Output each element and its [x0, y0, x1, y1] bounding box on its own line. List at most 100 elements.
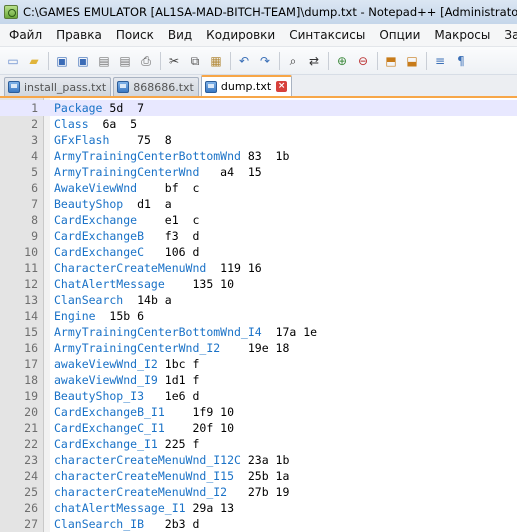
close-icon[interactable]: ▤: [95, 52, 113, 70]
identifier: GFxFlash: [54, 133, 110, 147]
line-text: BeautyShop_I3 1e6 d: [54, 389, 199, 403]
editor-line[interactable]: 18 awakeViewWnd_I9 1d1 f: [0, 372, 517, 388]
open-file-icon[interactable]: ▰: [25, 52, 43, 70]
menu-encoding[interactable]: Кодировки: [199, 26, 282, 44]
line-number: 9: [31, 229, 38, 243]
menu-view[interactable]: Вид: [161, 26, 199, 44]
sync-horizontal-icon[interactable]: ⬓: [403, 52, 421, 70]
toolbar-separator: [160, 51, 161, 70]
editor-line[interactable]: 24 characterCreateMenuWnd_I15 25b 1a: [0, 468, 517, 484]
offset-values: 1bc f: [157, 357, 200, 371]
offset-values: d1 a: [123, 197, 172, 211]
tab-dump[interactable]: dump.txt ×: [200, 75, 293, 96]
menu-settings[interactable]: Опции: [372, 26, 427, 44]
line-number: 5: [31, 165, 38, 179]
replace-icon[interactable]: ⇄: [305, 52, 323, 70]
line-text: ClanSearch_IB 2b3 d: [54, 517, 199, 531]
editor-line[interactable]: 9 CardExchangeB f3 d: [0, 228, 517, 244]
editor-line[interactable]: 14 Engine 15b 6: [0, 308, 517, 324]
editor-line[interactable]: 2 Class 6a 5: [0, 116, 517, 132]
editor-line[interactable]: 10 CardExchangeC 106 d: [0, 244, 517, 260]
menu-search[interactable]: Поиск: [109, 26, 161, 44]
zoom-in-icon[interactable]: ⊕: [333, 52, 351, 70]
line-text: Package 5d 7: [54, 101, 144, 115]
editor-line[interactable]: 15 ArmyTrainingCenterBottomWnd_I4 17a 1e: [0, 324, 517, 340]
offset-values: 20f 10: [164, 421, 235, 435]
line-number: 19: [24, 389, 38, 403]
menu-macro[interactable]: Макросы: [427, 26, 497, 44]
toolbar-separator: [279, 51, 280, 70]
editor-line[interactable]: 19 BeautyShop_I3 1e6 d: [0, 388, 517, 404]
paste-icon[interactable]: ▦: [207, 52, 225, 70]
menu-run[interactable]: Запуск: [497, 26, 517, 44]
show-all-characters-icon[interactable]: ¶: [452, 52, 470, 70]
line-text: GFxFlash 75 8: [54, 133, 172, 147]
window-title: C:\GAMES EMULATOR [AL1SA-MAD-BITCH-TEAM]…: [23, 5, 517, 19]
menu-edit[interactable]: Правка: [49, 26, 109, 44]
line-number: 25: [24, 485, 38, 499]
editor-line[interactable]: 27 ClanSearch_IB 2b3 d: [0, 516, 517, 532]
line-number: 16: [24, 341, 38, 355]
editor-line[interactable]: 13 ClanSearch 14b a: [0, 292, 517, 308]
cut-icon[interactable]: ✂: [165, 52, 183, 70]
editor-line[interactable]: 23 characterCreateMenuWnd_I12C 23a 1b: [0, 452, 517, 468]
editor-line[interactable]: 6 AwakeViewWnd bf c: [0, 180, 517, 196]
menu-language[interactable]: Синтаксисы: [282, 26, 372, 44]
identifier: ClanSearch: [54, 293, 124, 307]
editor-line[interactable]: 4 ArmyTrainingCenterBottomWnd 83 1b: [0, 148, 517, 164]
offset-values: 17a 1e: [261, 325, 318, 339]
zoom-out-icon[interactable]: ⊖: [354, 52, 372, 70]
find-icon[interactable]: ⌕: [284, 52, 302, 70]
editor-line[interactable]: 26 chatAlertMessage_I1 29a 13: [0, 500, 517, 516]
save-icon[interactable]: ▣: [53, 52, 71, 70]
undo-icon[interactable]: ↶: [235, 52, 253, 70]
line-number: 27: [24, 517, 38, 531]
tab-install-pass[interactable]: install_pass.txt: [4, 77, 112, 96]
identifier: awakeViewWnd_I9: [54, 373, 158, 387]
line-text: characterCreateMenuWnd_I15 25b 1a: [54, 469, 289, 483]
editor-line[interactable]: 11 CharacterCreateMenuWnd 119 16: [0, 260, 517, 276]
editor-line[interactable]: 20 CardExchangeB_I1 1f9 10: [0, 404, 517, 420]
redo-icon[interactable]: ↷: [256, 52, 274, 70]
line-number: 17: [24, 357, 38, 371]
line-text: CharacterCreateMenuWnd 119 16: [54, 261, 262, 275]
editor-line[interactable]: 17 awakeViewWnd_I2 1bc f: [0, 356, 517, 372]
line-text: awakeViewWnd_I2 1bc f: [54, 357, 199, 371]
menu-file[interactable]: Файл: [2, 26, 49, 44]
editor-line[interactable]: 16 ArmyTrainingCenterWnd_I2 19e 18: [0, 340, 517, 356]
offset-values: 83 1b: [240, 149, 290, 163]
offset-values: 29a 13: [185, 501, 235, 515]
identifier: ClanSearch_IB: [54, 517, 145, 531]
line-text: AwakeViewWnd bf c: [54, 181, 199, 195]
tab-868686[interactable]: 868686.txt: [113, 77, 199, 96]
print-icon[interactable]: ⎙: [137, 52, 155, 70]
copy-icon[interactable]: ⧉: [186, 52, 204, 70]
editor-line[interactable]: 21 CardExchangeC_I1 20f 10: [0, 420, 517, 436]
tab-label: 868686.txt: [133, 80, 194, 94]
save-all-icon[interactable]: ▣: [74, 52, 92, 70]
line-text: Class 6a 5: [54, 117, 137, 131]
new-file-icon[interactable]: ▭: [4, 52, 22, 70]
identifier: Engine: [54, 309, 96, 323]
close-tab-icon[interactable]: ×: [276, 81, 288, 92]
editor-line[interactable]: 7 BeautyShop d1 a: [0, 196, 517, 212]
identifier: characterCreateMenuWnd_I2: [54, 485, 228, 499]
sync-vertical-icon[interactable]: ⬒: [382, 52, 400, 70]
word-wrap-icon[interactable]: ≡: [431, 52, 449, 70]
editor-line[interactable]: 22 CardExchange_I1 225 f: [0, 436, 517, 452]
line-text: CardExchangeC 106 d: [54, 245, 199, 259]
editor-line[interactable]: 8 CardExchange e1 c: [0, 212, 517, 228]
editor-line[interactable]: 12 ChatAlertMessage 135 10: [0, 276, 517, 292]
line-text: ArmyTrainingCenterBottomWnd_I4 17a 1e: [54, 325, 317, 339]
editor-line[interactable]: 3 GFxFlash 75 8: [0, 132, 517, 148]
editor-line[interactable]: 25 characterCreateMenuWnd_I2 27b 19: [0, 484, 517, 500]
close-all-icon[interactable]: ▤: [116, 52, 134, 70]
tab-label: install_pass.txt: [24, 80, 107, 94]
line-text: ArmyTrainingCenterWnd_I2 19e 18: [54, 341, 289, 355]
offset-values: 119 16: [206, 261, 262, 275]
text-editor[interactable]: 1 Package 5d 7 2 Class 6a 5 3 GFxFlash 75 84A…: [0, 98, 517, 532]
offset-values: 1f9 10: [164, 405, 235, 419]
offset-values: 1e6 d: [144, 389, 200, 403]
editor-line[interactable]: 5 ArmyTrainingCenterWnd a4 15: [0, 164, 517, 180]
editor-line[interactable]: 1 Package 5d 7: [0, 100, 517, 116]
